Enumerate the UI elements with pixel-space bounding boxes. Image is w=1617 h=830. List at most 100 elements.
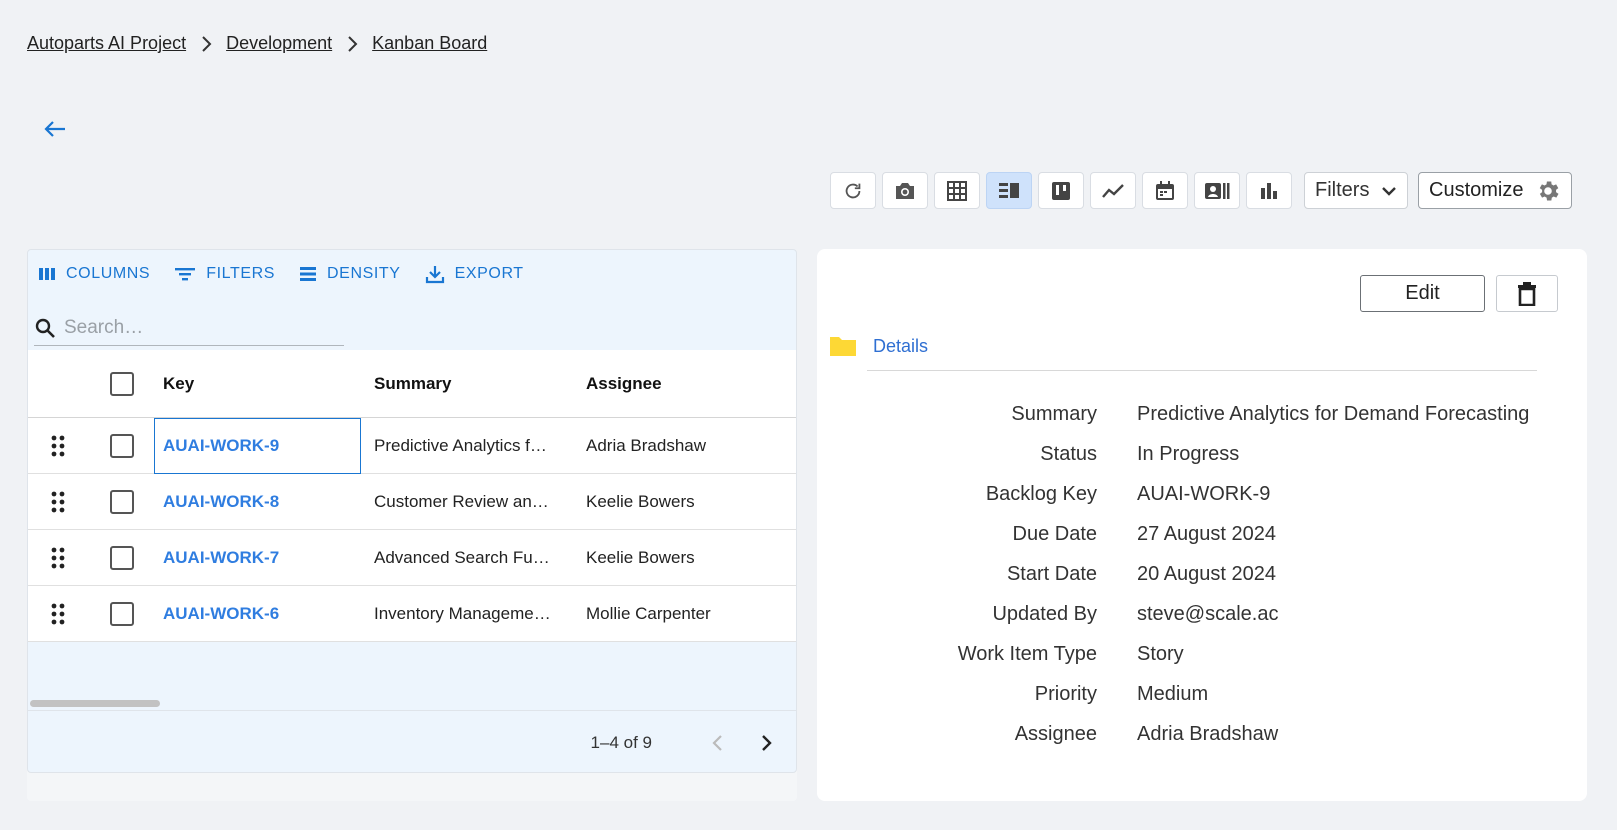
field-row-start-date: Start Date 20 August 2024 (817, 554, 1587, 594)
chevron-right-icon (346, 35, 358, 53)
column-header-assignee[interactable]: Assignee (574, 374, 794, 394)
kanban-view-icon (1052, 181, 1070, 200)
column-header-key[interactable]: Key (155, 374, 362, 394)
filters-dropdown[interactable]: Filters (1304, 172, 1408, 209)
field-value: Predictive Analytics for Demand Forecast… (1137, 402, 1530, 425)
next-page-button[interactable] (748, 725, 784, 761)
columns-button[interactable]: COLUMNS (38, 265, 150, 283)
customize-button[interactable]: Customize (1418, 172, 1572, 209)
arrow-left-icon (44, 121, 65, 137)
field-row-work-item-type: Work Item Type Story (817, 634, 1587, 674)
filters-button[interactable]: FILTERS (174, 265, 275, 283)
download-icon (425, 266, 444, 284)
details-section-label[interactable]: Details (873, 336, 928, 357)
bar-chart-icon (1261, 182, 1277, 199)
row-checkbox[interactable] (109, 489, 134, 514)
field-row-status: Status In Progress (817, 434, 1587, 474)
field-row-due-date: Due Date 27 August 2024 (817, 514, 1587, 554)
table-row[interactable]: AUAI-WORK-7 Advanced Search Fu… Keelie B… (28, 530, 796, 586)
field-label: Summary (1011, 402, 1097, 425)
field-value: Adria Bradshaw (1137, 722, 1279, 745)
gear-icon (1539, 180, 1559, 201)
drag-handle-icon[interactable] (28, 603, 88, 625)
breadcrumb: Autoparts AI Project Development Kanban … (27, 33, 487, 54)
view-toolbar: Filters Customize (830, 172, 1572, 209)
screenshot-button[interactable] (882, 172, 928, 209)
field-value: Medium (1137, 682, 1209, 705)
drag-handle-icon[interactable] (28, 547, 88, 569)
chevron-right-icon (200, 35, 212, 53)
back-button[interactable] (40, 114, 70, 144)
table-row[interactable]: AUAI-WORK-9 Predictive Analytics f… Adri… (28, 418, 796, 474)
field-row-priority: Priority Medium (817, 674, 1587, 714)
chevron-left-icon (712, 734, 722, 751)
row-checkbox[interactable] (109, 601, 134, 626)
timeline-view-button[interactable] (1090, 172, 1136, 209)
refresh-icon (845, 183, 861, 198)
row-summary: Predictive Analytics f… (374, 435, 547, 455)
chart-view-button[interactable] (1246, 172, 1292, 209)
calendar-view-button[interactable] (1142, 172, 1188, 209)
row-checkbox[interactable] (109, 433, 134, 458)
horizontal-scrollbar[interactable] (30, 700, 160, 707)
refresh-button[interactable] (830, 172, 876, 209)
field-row-updated-by: Updated By steve@scale.ac (817, 594, 1587, 634)
field-row-backlog-key: Backlog Key AUAI-WORK-9 (817, 474, 1587, 514)
field-value: In Progress (1137, 442, 1240, 465)
field-value: Story (1137, 642, 1184, 665)
grid-view-button[interactable] (934, 172, 980, 209)
row-summary: Advanced Search Fu… (374, 547, 550, 567)
breadcrumb-kanban-link[interactable]: Kanban Board (372, 33, 487, 54)
edit-button[interactable]: Edit (1360, 275, 1485, 312)
folder-icon (830, 337, 856, 356)
details-section-header[interactable]: Details (829, 334, 928, 358)
search-input[interactable] (64, 316, 324, 339)
card-view-icon (1205, 182, 1230, 199)
table-header-row: Key Summary Assignee (28, 350, 796, 418)
breadcrumb-project-link[interactable]: Autoparts AI Project (27, 33, 186, 54)
row-assignee: Adria Bradshaw (586, 435, 707, 455)
row-key-link[interactable]: AUAI-WORK-6 (163, 604, 279, 623)
export-button[interactable]: EXPORT (425, 264, 524, 284)
breadcrumb-development-link[interactable]: Development (226, 33, 332, 54)
row-summary: Inventory Manageme… (374, 603, 551, 623)
search-icon (35, 318, 55, 338)
delete-button[interactable] (1496, 275, 1558, 312)
grid-footer: 1–4 of 9 (28, 710, 796, 772)
drag-handle-icon[interactable] (28, 435, 88, 457)
field-label: Backlog Key (985, 482, 1097, 505)
chevron-down-icon (1382, 186, 1396, 196)
filters-dropdown-label: Filters (1315, 179, 1370, 201)
field-label: Priority (1034, 682, 1097, 705)
previous-page-button[interactable] (700, 725, 736, 761)
drag-handle-icon[interactable] (28, 491, 88, 513)
trash-icon (1518, 281, 1536, 306)
detail-panel: Edit Details Summary Predictive Analytic… (817, 249, 1587, 801)
row-assignee: Keelie Bowers (586, 491, 695, 511)
row-key-link[interactable]: AUAI-WORK-7 (163, 548, 279, 567)
grid-view-icon (947, 180, 967, 201)
row-key-link[interactable]: AUAI-WORK-8 (163, 492, 279, 511)
kanban-view-button[interactable] (1038, 172, 1084, 209)
columns-label: COLUMNS (66, 265, 151, 282)
row-assignee: Mollie Carpenter (586, 603, 711, 623)
density-icon (300, 267, 317, 281)
card-view-button[interactable] (1194, 172, 1240, 209)
list-detail-view-icon (999, 182, 1019, 198)
select-all-checkbox[interactable] (109, 371, 134, 396)
density-button[interactable]: DENSITY (299, 265, 401, 283)
field-value: AUAI-WORK-9 (1137, 482, 1271, 505)
timeline-chart-icon (1102, 183, 1124, 198)
field-label: Assignee (1014, 722, 1097, 745)
data-grid: COLUMNS FILTERS DENSITY EXPORT Search… K… (27, 249, 797, 773)
table-row[interactable]: AUAI-WORK-6 Inventory Manageme… Mollie C… (28, 586, 796, 642)
list-detail-view-button[interactable] (986, 172, 1032, 209)
row-key-link[interactable]: AUAI-WORK-9 (163, 436, 279, 455)
data-table: Key Summary Assignee AUAI-WORK-9 Predict… (28, 350, 796, 642)
field-value: 20 August 2024 (1137, 562, 1277, 585)
row-checkbox[interactable] (109, 545, 134, 570)
column-header-summary[interactable]: Summary (362, 374, 574, 394)
density-label: DENSITY (327, 265, 401, 282)
table-row[interactable]: AUAI-WORK-8 Customer Review an… Keelie B… (28, 474, 796, 530)
field-label: Work Item Type (957, 642, 1097, 665)
